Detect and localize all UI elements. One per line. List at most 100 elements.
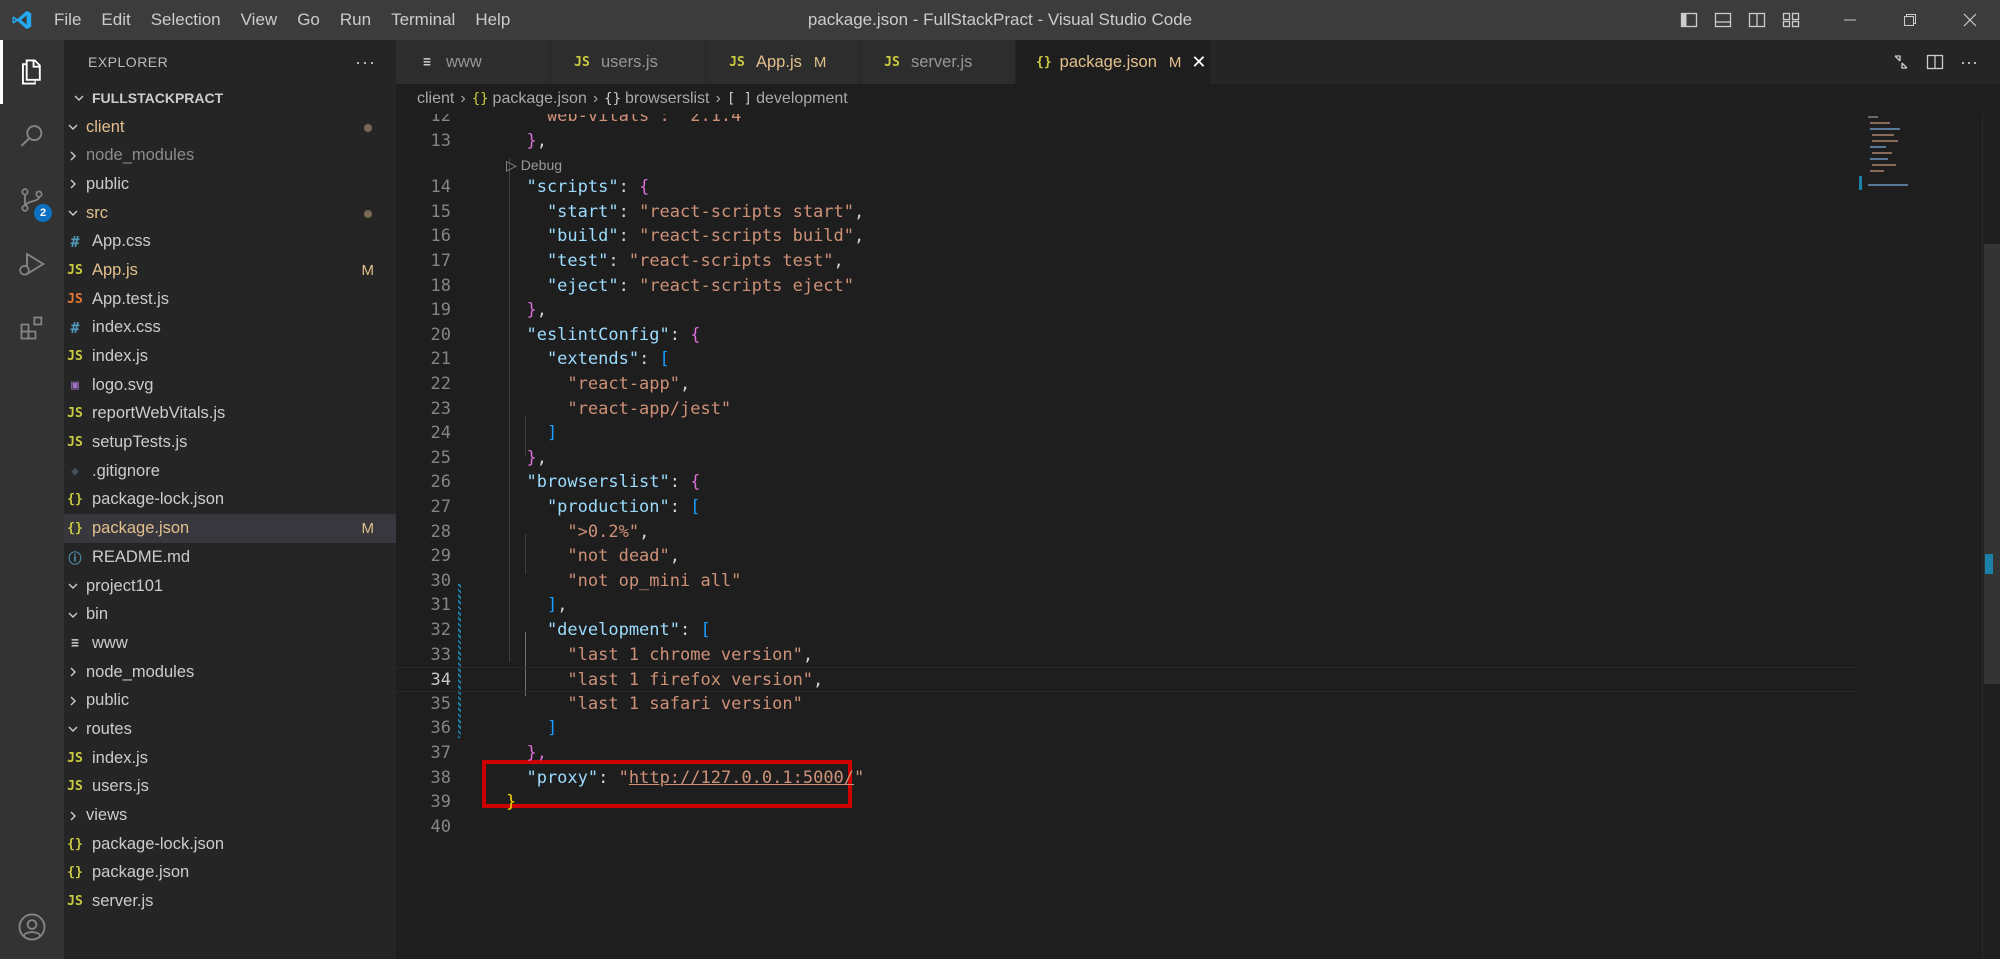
tree-file[interactable]: JS index.js [64,744,396,773]
tree-file[interactable]: # index.css [64,314,396,343]
breadcrumb-item[interactable]: package.json [493,90,587,108]
source-control-icon[interactable]: 2 [0,168,64,232]
breadcrumb-item[interactable]: development [756,90,848,108]
tree-folder[interactable]: node_modules [64,141,396,170]
toggle-primary-sidebar-icon[interactable] [1672,0,1706,40]
tree-file[interactable]: {} package-lock.json [64,830,396,859]
workspace-root[interactable]: FULLSTACKPRACT [64,84,396,113]
tree-file[interactable]: {} package-lock.json [64,486,396,515]
code-text: "eslintConfig": { [506,323,700,348]
tree-folder[interactable]: src [64,199,396,228]
tree-file[interactable]: JS reportWebVitals.js [64,400,396,429]
menu-edit[interactable]: Edit [91,0,140,40]
tree-folder[interactable]: node_modules [64,658,396,687]
tree-file[interactable]: JS users.js [64,773,396,802]
code-line: 27 "production": [ [396,495,1856,520]
tree-file[interactable]: ◆ .gitignore [64,457,396,486]
code-editor[interactable]: ▷ Debug 12 web-vitals : ^2.1.4 13 }, 14 "sc… [396,114,1980,959]
scroll-thumb[interactable] [1984,244,2000,684]
code-token: "scripts" [506,177,619,198]
tree-item-label: users.js [92,777,149,796]
explorer-icon[interactable] [0,40,64,104]
tree-file[interactable]: JS index.js [64,342,396,371]
minimap[interactable] [1858,114,1958,194]
code-text: ] [506,421,557,446]
split-editor-icon[interactable] [1918,53,1952,71]
tree-folder[interactable]: public [64,686,396,715]
tree-folder[interactable]: views [64,801,396,830]
javascript-file-icon: JS [67,894,83,910]
tree-file[interactable]: ▣ logo.svg [64,371,396,400]
menu-help[interactable]: Help [465,0,520,40]
tree-file[interactable]: JS setupTests.js [64,428,396,457]
restore-icon[interactable] [1880,0,1940,40]
tree-folder[interactable]: bin [64,600,396,629]
json-file-icon: {} [67,492,83,508]
menu-terminal[interactable]: Terminal [381,0,465,40]
tree-file[interactable]: JS App.js M [64,256,396,285]
more-actions-icon[interactable]: ··· [355,52,376,73]
breadcrumb-item[interactable]: client [417,90,454,108]
tab-users-js[interactable]: JS users.js [551,40,706,84]
tree-item-label: package-lock.json [92,490,225,509]
chevron-right-icon: › [592,90,599,107]
tab-www[interactable]: ≡ www [396,40,551,84]
menu-go[interactable]: Go [287,0,330,40]
tree-file[interactable]: JS App.test.js [64,285,396,314]
tree-file[interactable]: {} package.json [64,859,396,888]
tab-modified-badge: M [813,53,827,71]
accounts-icon[interactable] [0,895,64,959]
code-token: , [669,546,681,567]
close-tab-icon[interactable]: ✕ [1191,52,1206,73]
code-line: 26 "browserslist": { [396,470,1856,495]
breadcrumb-item[interactable]: browserslist [625,90,709,108]
tree-folder[interactable]: client [64,113,396,142]
tab-label: App.js [756,52,802,71]
customize-layout-icon[interactable] [1774,0,1808,40]
line-number: 25 [430,447,451,468]
tree-folder[interactable]: project101 [64,572,396,601]
play-icon: ▷ [506,157,517,173]
compare-changes-icon[interactable] [1884,53,1918,71]
run-debug-icon[interactable] [0,232,64,296]
code-token: : [598,767,619,788]
code-token: : [608,251,629,271]
javascript-file-icon: JS [884,54,900,70]
toggle-panel-icon[interactable] [1706,0,1740,40]
tab-server-js[interactable]: JS server.js [861,40,1016,84]
proxy-url-link[interactable]: http://127.0.0.1:5000/ [629,768,854,788]
extensions-icon[interactable] [0,296,64,360]
code-token: "production" [506,497,670,517]
code-token: "last 1 chrome version" [506,644,803,665]
menu-run[interactable]: Run [330,0,381,40]
code-token: "build" [506,226,619,247]
tree-file[interactable]: {} package.json M [64,514,396,543]
more-editor-actions-icon[interactable]: ··· [1952,52,1986,73]
menu-file[interactable]: File [44,0,91,40]
code-line: 17 "test": "react-scripts test", [396,249,1856,274]
tree-file[interactable]: ≡ www [64,629,396,658]
tree-folder[interactable]: public [64,170,396,199]
search-icon[interactable] [0,104,64,168]
tree-file[interactable]: ⓘ README.md [64,543,396,572]
code-text: "development": [ [506,618,711,643]
debug-codelens[interactable]: ▷ Debug [506,154,562,176]
code-token: , [557,595,568,616]
tree-file[interactable]: JS server.js [64,887,396,916]
tree-file[interactable]: # App.css [64,227,396,256]
toggle-secondary-sidebar-icon[interactable] [1740,0,1774,40]
code-line: 24 ] [396,421,1856,446]
tree-folder[interactable]: routes [64,715,396,744]
code-token: " [854,767,865,788]
close-window-icon[interactable] [1940,0,2000,40]
code-line: 36 ] [396,716,1856,741]
tab-package-json[interactable]: {} package.json M ✕ [1016,40,1211,84]
vertical-scrollbar[interactable] [1982,114,2000,959]
minimize-icon[interactable] [1820,0,1880,40]
menu-selection[interactable]: Selection [141,0,231,40]
menu-view[interactable]: View [231,0,288,40]
code-text: "not dead", [506,544,680,569]
code-line: 29 "not dead", [396,544,1856,569]
code-text: "test": "react-scripts test", [506,249,844,274]
tab-app-js[interactable]: JS App.js M [706,40,861,84]
